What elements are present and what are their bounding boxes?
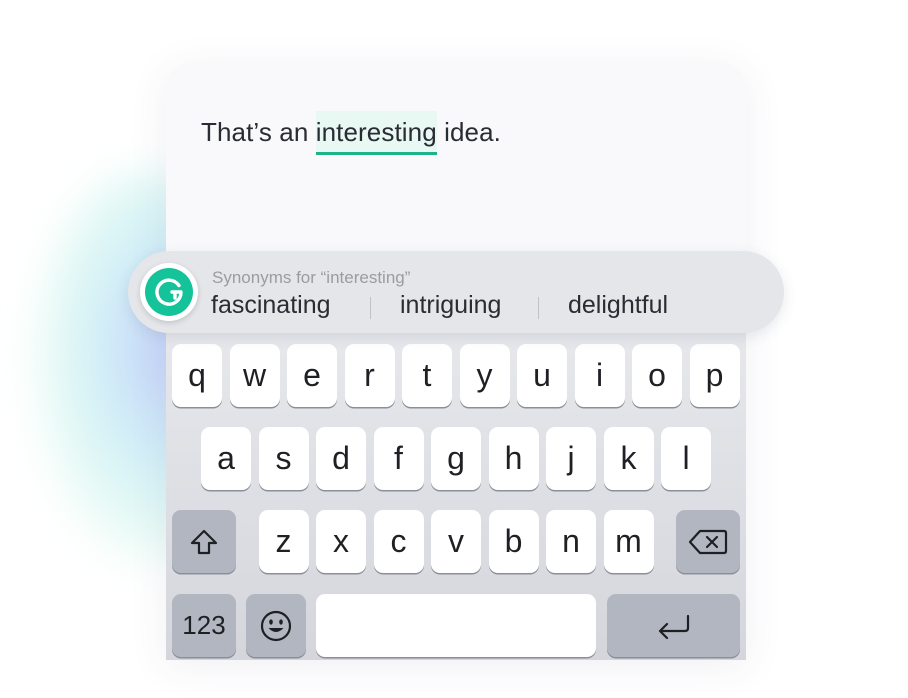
key-n[interactable]: n [546,510,596,573]
synonym-suggestion-bar: Synonyms for “interesting” fascinating i… [128,251,784,333]
key-e[interactable]: e [287,344,337,407]
key-s[interactable]: s [258,427,309,490]
key-c[interactable]: c [373,510,424,573]
space-key[interactable] [316,594,596,657]
key-o[interactable]: o [632,344,682,407]
key-u[interactable]: u [517,344,567,407]
grammarly-logo[interactable] [140,263,198,321]
key-b[interactable]: b [488,510,539,573]
synonym-divider [538,297,539,319]
key-a[interactable]: a [201,427,251,490]
shift-key[interactable] [172,510,236,573]
key-f[interactable]: f [373,427,424,490]
keyboard: q w e r t y u i o p a s d f g h j k l z … [166,328,746,660]
backspace-key[interactable] [676,510,740,573]
synonym-divider [370,297,371,319]
return-icon [658,614,689,639]
shift-icon [190,529,218,554]
key-q[interactable]: q [172,344,222,407]
key-m[interactable]: m [603,510,654,573]
key-g[interactable]: g [431,427,481,490]
key-t[interactable]: t [402,344,452,407]
key-i[interactable]: i [574,344,625,407]
synonym-intriguing[interactable]: intriguing [400,291,501,320]
highlighted-word[interactable]: interesting [315,111,437,155]
backspace-icon [688,529,728,554]
stage: That’s an interesting idea. q w e r t y … [0,0,908,698]
key-d[interactable]: d [316,427,366,490]
editor-text[interactable]: That’s an interesting idea. [201,111,501,155]
phone-card: That’s an interesting idea. q w e r t y … [166,63,746,660]
synonym-fascinating[interactable]: fascinating [211,291,331,320]
synonym-delightful[interactable]: delightful [568,291,668,320]
text-after: idea. [436,117,501,147]
logo-circle [145,268,193,316]
key-y[interactable]: y [459,344,510,407]
emoji-icon [260,610,292,641]
synonyms-heading: Synonyms for “interesting” [212,268,411,287]
key-j[interactable]: j [546,427,596,490]
grammarly-g-icon [155,278,183,306]
key-w[interactable]: w [229,344,280,407]
key-h[interactable]: h [488,427,539,490]
key-z[interactable]: z [258,510,309,573]
numbers-key[interactable]: 123 [172,594,236,657]
key-r[interactable]: r [344,344,395,407]
key-p[interactable]: p [689,344,740,407]
key-l[interactable]: l [661,427,711,490]
key-v[interactable]: v [431,510,481,573]
key-k[interactable]: k [603,427,654,490]
text-before: That’s an [201,117,316,147]
return-key[interactable] [607,594,740,657]
emoji-key[interactable] [246,594,306,657]
key-x[interactable]: x [316,510,366,573]
